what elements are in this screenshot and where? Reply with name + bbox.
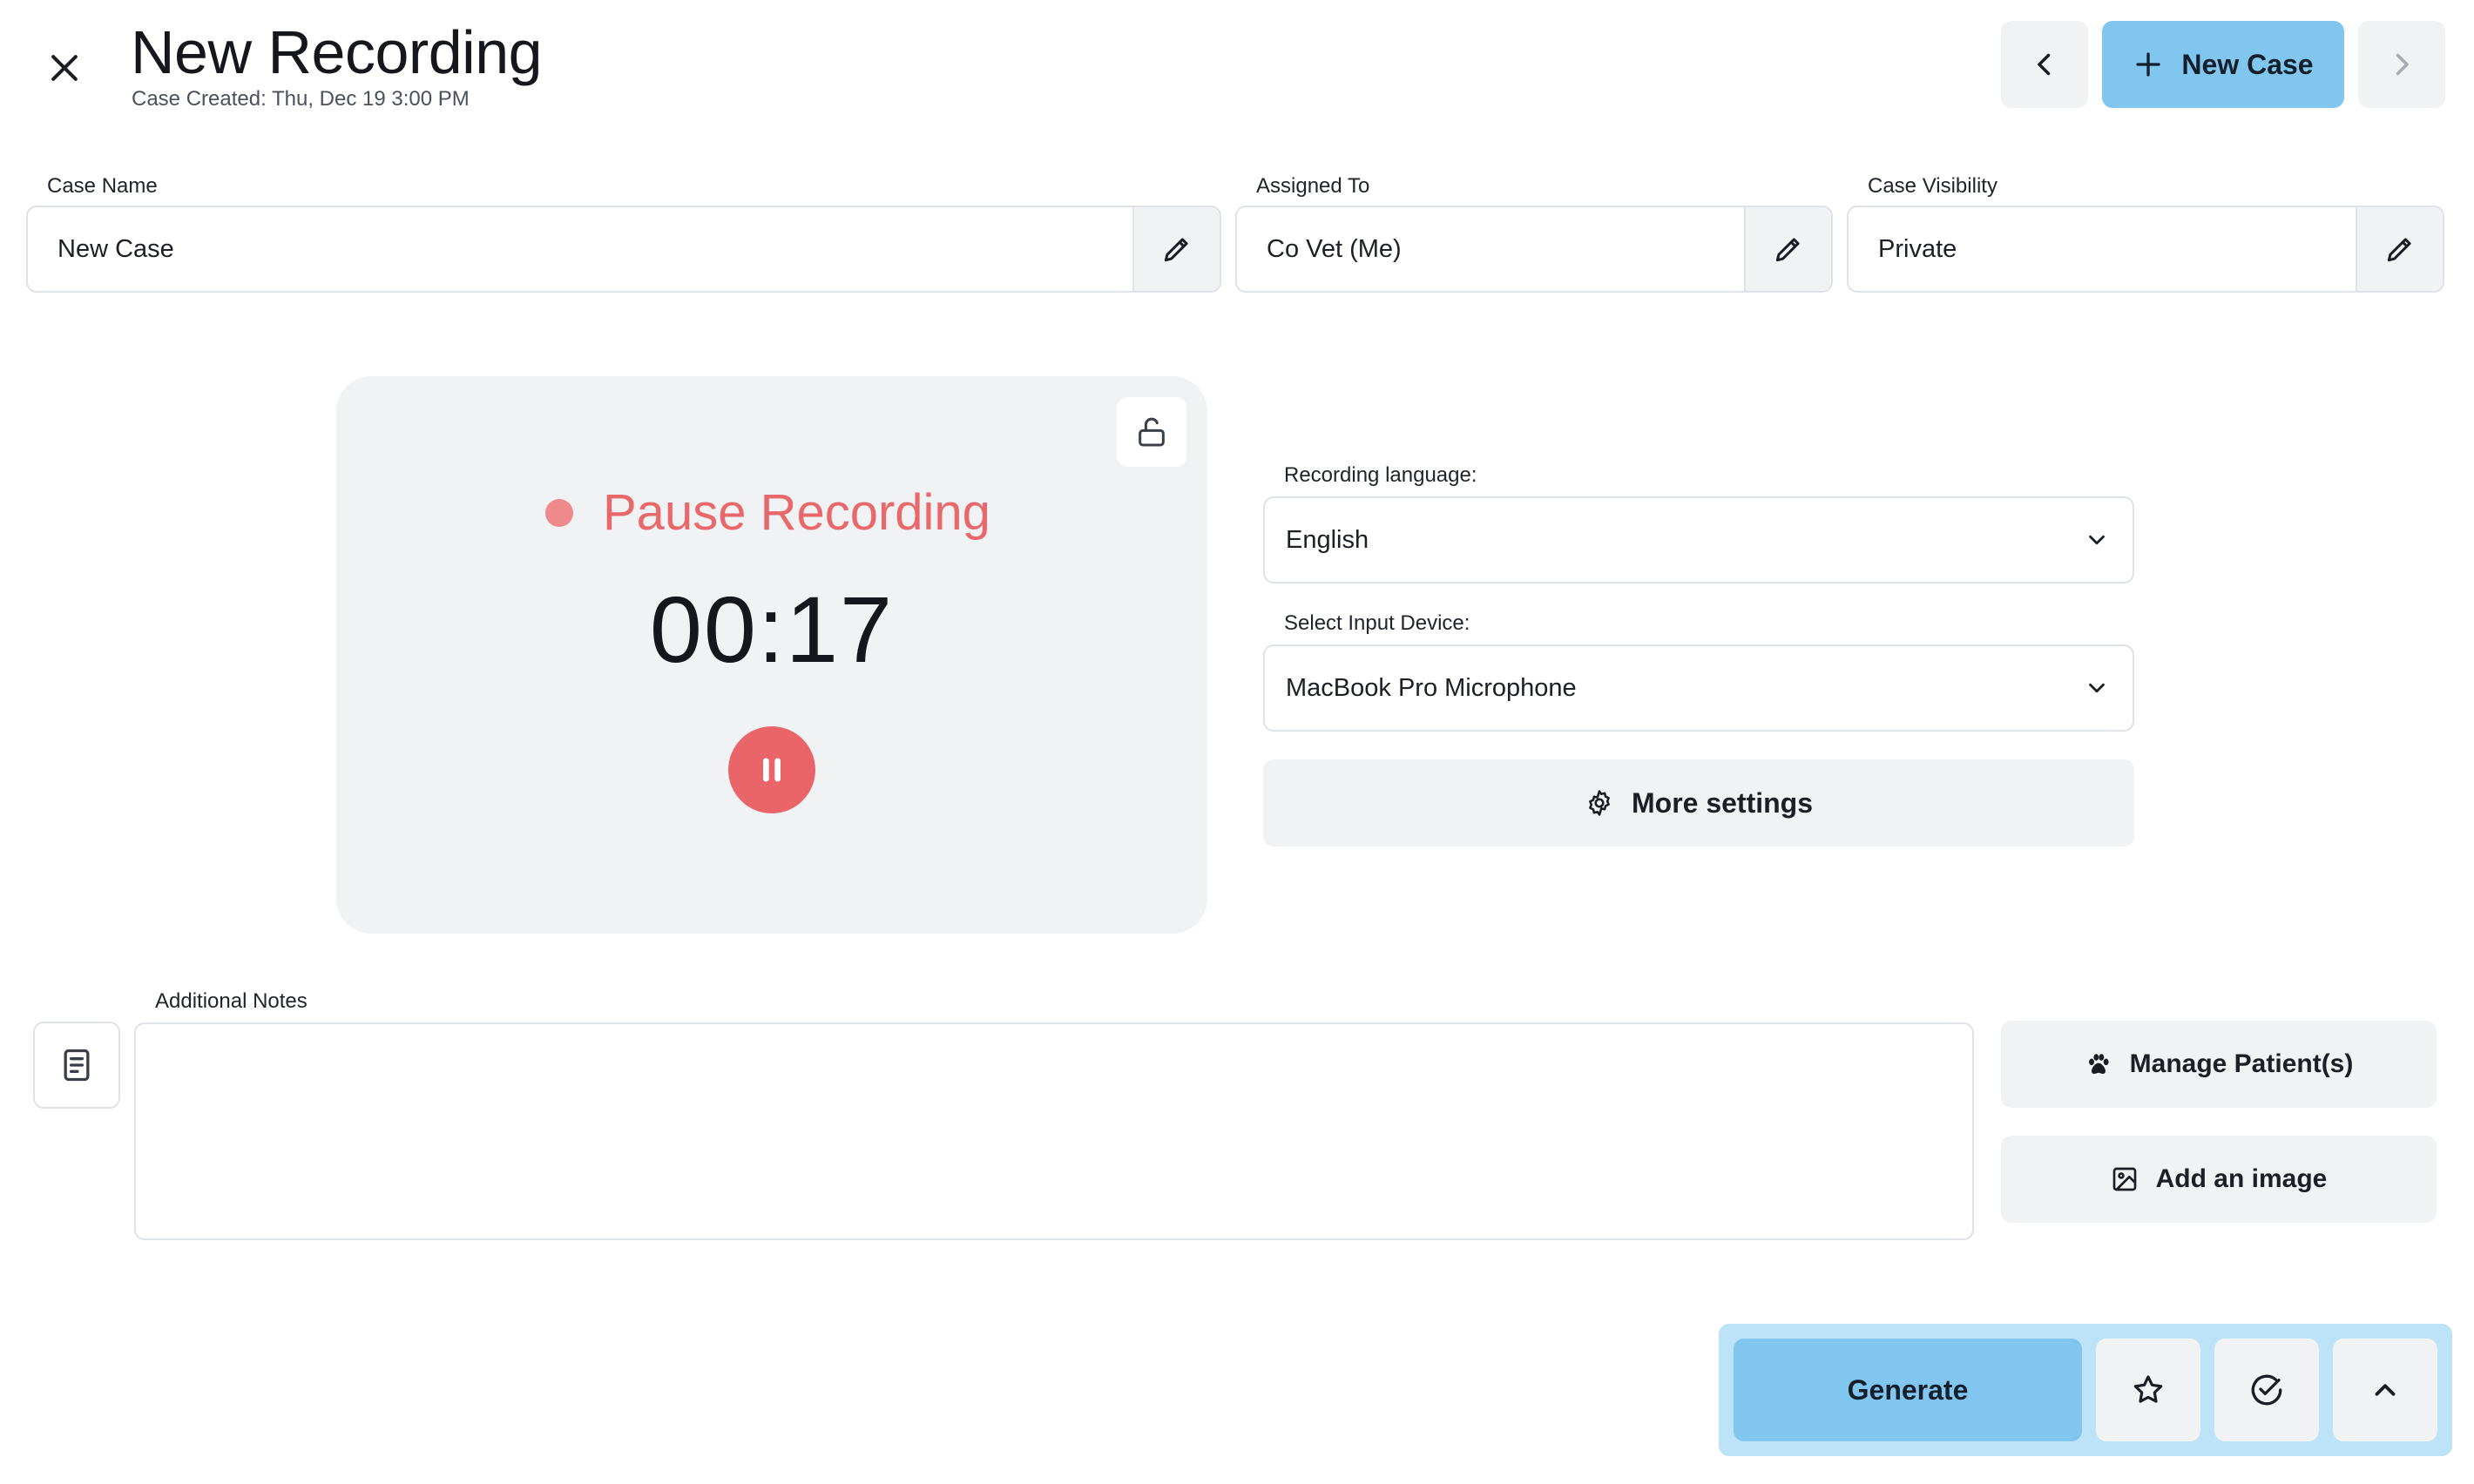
assigned-to-label: Assigned To bbox=[1256, 174, 1370, 198]
add-image-button[interactable]: Add an image bbox=[2001, 1136, 2437, 1223]
close-icon bbox=[51, 55, 78, 81]
chevron-right-icon bbox=[2396, 53, 2409, 76]
case-visibility-value[interactable]: Private bbox=[1849, 207, 2356, 291]
new-case-button[interactable]: New Case bbox=[2102, 21, 2344, 108]
paw-icon bbox=[2088, 1054, 2109, 1075]
expand-actions-button[interactable] bbox=[2333, 1339, 2437, 1441]
case-name-label: Case Name bbox=[47, 174, 158, 198]
star-icon bbox=[2133, 1375, 2163, 1403]
case-name-field: New Case bbox=[26, 206, 1221, 293]
manage-patients-label: Manage Patient(s) bbox=[2129, 1049, 2354, 1078]
pause-recording-button[interactable] bbox=[728, 726, 815, 813]
previous-case-button[interactable] bbox=[2001, 21, 2088, 108]
unlock-icon bbox=[1139, 417, 1165, 447]
new-case-label: New Case bbox=[2181, 48, 2314, 80]
generate-button[interactable]: Generate bbox=[1734, 1339, 2082, 1441]
more-settings-label: More settings bbox=[1631, 786, 1814, 819]
pencil-icon bbox=[2387, 238, 2411, 262]
gear-icon bbox=[1589, 790, 1610, 816]
recording-status: Pause Recording bbox=[545, 483, 990, 542]
assigned-to-field: Co Vet (Me) bbox=[1235, 206, 1833, 293]
notes-icon bbox=[64, 1049, 90, 1082]
case-visibility-label: Case Visibility bbox=[1868, 174, 1997, 198]
edit-assigned-to-button[interactable] bbox=[1744, 207, 1831, 291]
case-visibility-field: Private bbox=[1847, 206, 2444, 293]
recording-status-label: Pause Recording bbox=[603, 484, 990, 541]
recording-language-value: English bbox=[1286, 525, 1369, 554]
recording-language-select[interactable]: English bbox=[1263, 496, 2134, 583]
edit-case-name-button[interactable] bbox=[1132, 207, 1220, 291]
manage-patients-button[interactable]: Manage Patient(s) bbox=[2001, 1021, 2437, 1108]
lock-toggle-button[interactable] bbox=[1117, 397, 1186, 467]
favorite-button[interactable] bbox=[2096, 1339, 2200, 1441]
generate-label: Generate bbox=[1847, 1373, 1969, 1406]
plus-icon bbox=[2136, 52, 2161, 77]
input-device-select[interactable]: MacBook Pro Microphone bbox=[1263, 644, 2134, 732]
recording-timer: 00:17 bbox=[649, 577, 895, 682]
chevron-left-icon bbox=[2038, 53, 2051, 76]
notes-template-button[interactable] bbox=[33, 1022, 120, 1109]
image-icon bbox=[2112, 1167, 2136, 1191]
pencil-icon bbox=[1164, 238, 1188, 262]
case-name-value[interactable]: New Case bbox=[28, 207, 1132, 291]
close-button[interactable] bbox=[35, 38, 94, 98]
pause-icon bbox=[763, 758, 781, 782]
recording-language-label: Recording language: bbox=[1284, 463, 1477, 487]
input-device-value: MacBook Pro Microphone bbox=[1286, 673, 1577, 702]
check-circle-icon bbox=[2251, 1374, 2282, 1406]
case-created-subtitle: Case Created: Thu, Dec 19 3:00 PM bbox=[132, 87, 470, 111]
mark-complete-button[interactable] bbox=[2214, 1339, 2319, 1441]
page-title: New Recording bbox=[131, 18, 543, 86]
input-device-label: Select Input Device: bbox=[1284, 611, 1470, 635]
additional-notes-input[interactable] bbox=[134, 1022, 1974, 1240]
additional-notes-label: Additional Notes bbox=[155, 989, 308, 1013]
assigned-to-value[interactable]: Co Vet (Me) bbox=[1237, 207, 1744, 291]
chevron-down-icon bbox=[2089, 535, 2105, 545]
recording-dot-icon bbox=[545, 498, 573, 527]
edit-case-visibility-button[interactable] bbox=[2356, 207, 2443, 291]
more-settings-button[interactable]: More settings bbox=[1263, 759, 2134, 847]
chevron-up-icon bbox=[2375, 1384, 2396, 1396]
chevron-down-icon bbox=[2089, 683, 2105, 693]
add-image-label: Add an image bbox=[2155, 1164, 2328, 1193]
next-case-button[interactable] bbox=[2358, 21, 2445, 108]
pencil-icon bbox=[1775, 238, 1800, 262]
